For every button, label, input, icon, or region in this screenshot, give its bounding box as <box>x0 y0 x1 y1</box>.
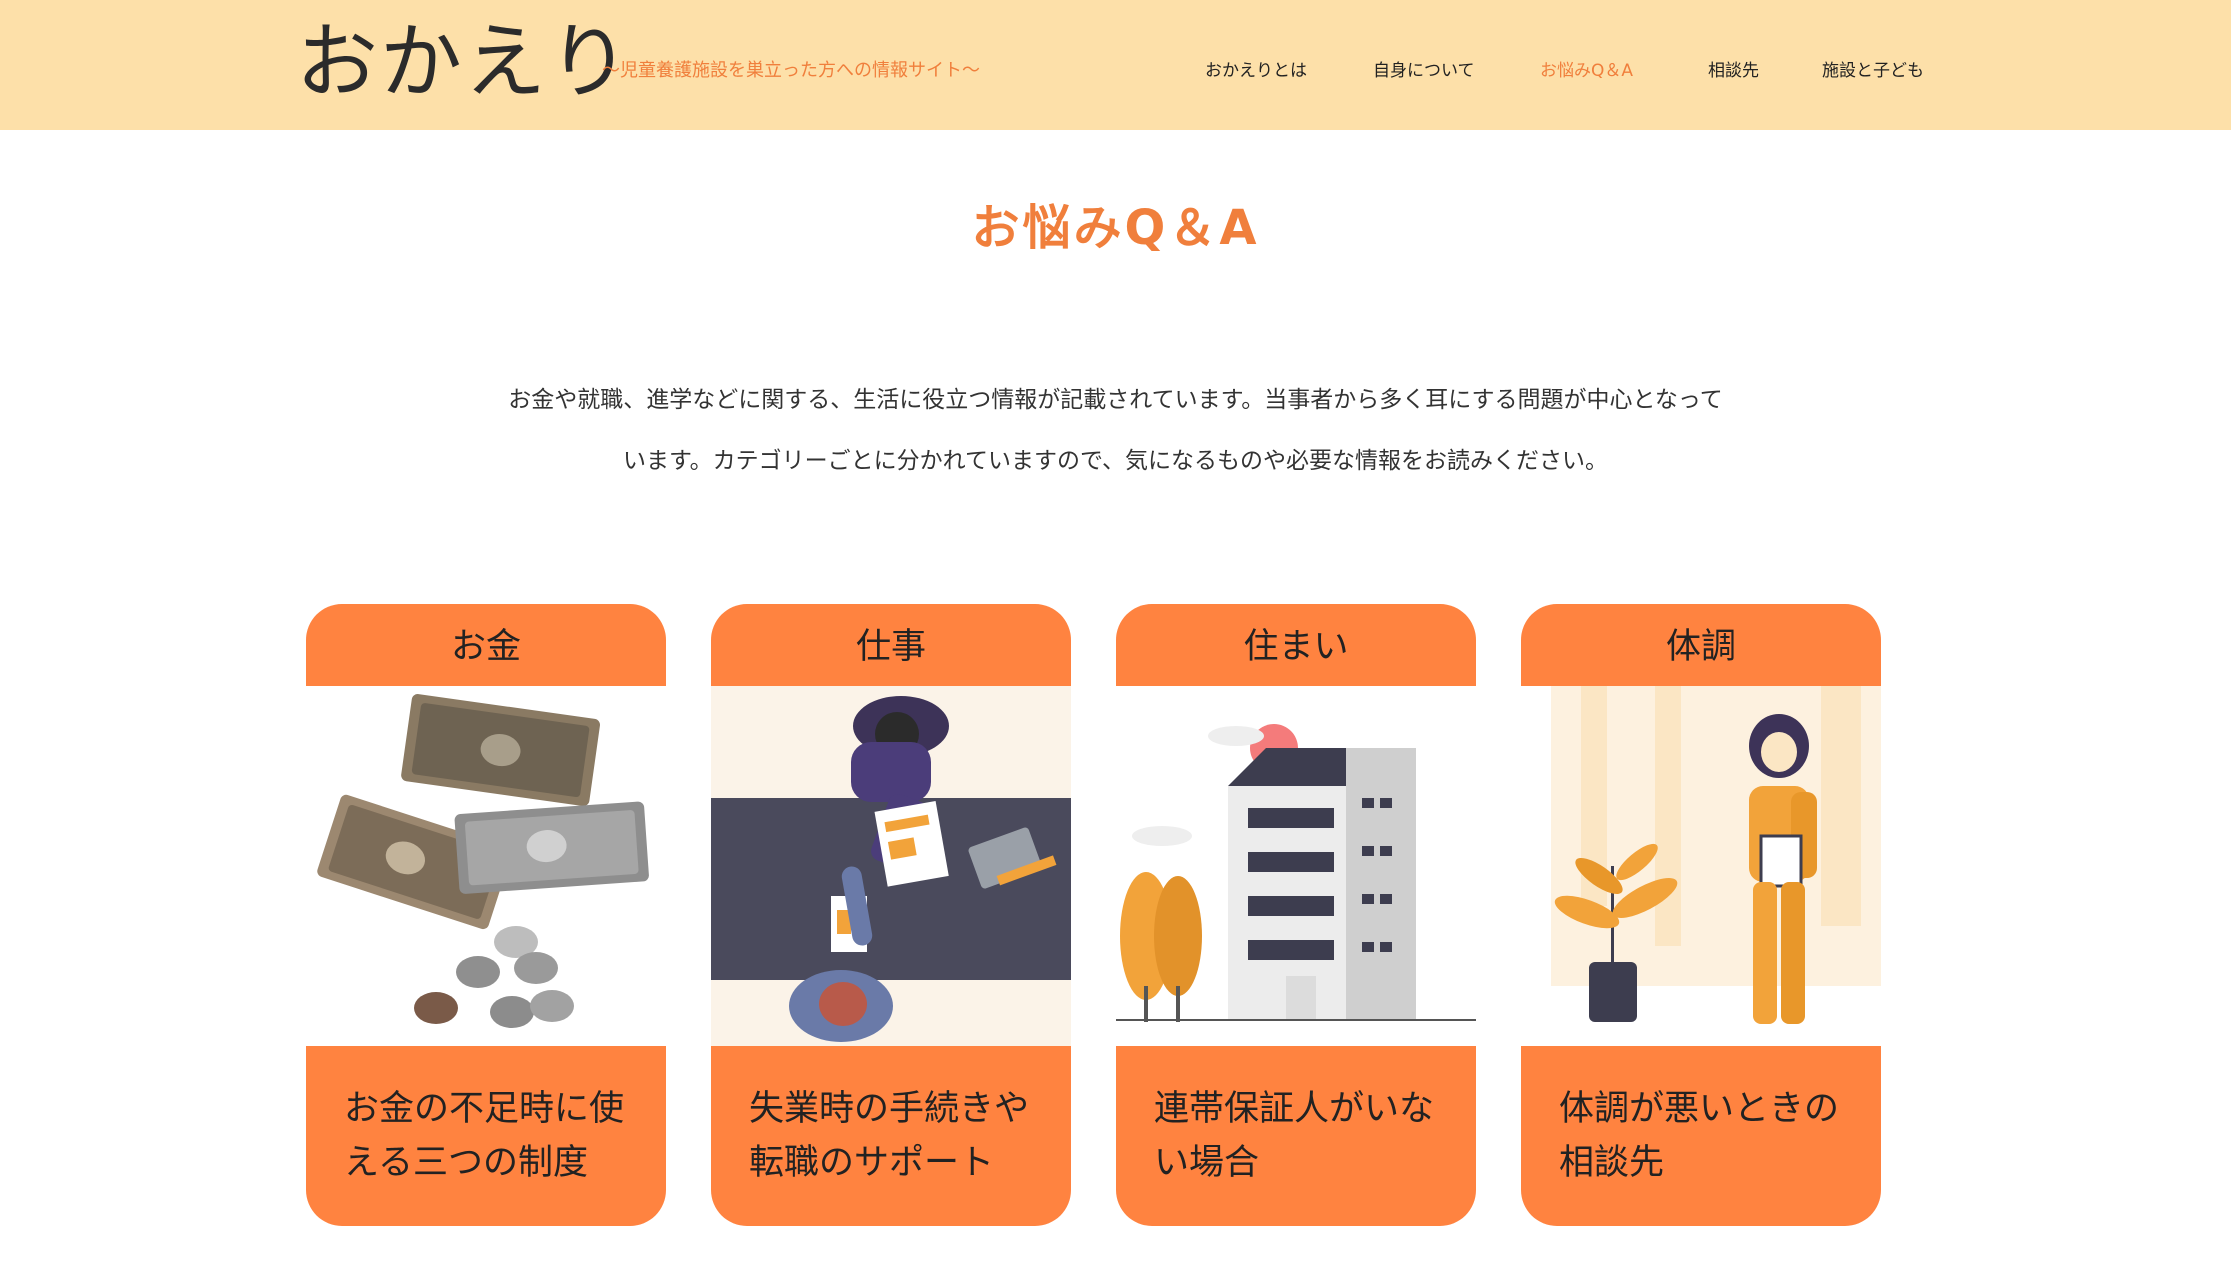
handshake-illustration <box>711 686 1071 1050</box>
main-nav: おかえりとは 自身について お悩みQ＆A 相談先 施設と子ども <box>0 56 2231 81</box>
building-illustration <box>1116 686 1476 1050</box>
nav-item-qa[interactable]: お悩みQ＆A <box>1540 56 1633 81</box>
card-health[interactable]: 体調 体調が悪いときの 相談先 <box>1521 604 1881 1226</box>
card-work[interactable]: 仕事 失業時の手続きや 転職のサポート <box>711 604 1071 1226</box>
card-category: 仕事 <box>711 604 1071 686</box>
page-title: お悩みQ＆A <box>971 200 1260 256</box>
intro-text-line2: います。カテゴリーごとに分かれていますので、気になるものや必要な情報をお読みくだ… <box>622 448 1609 474</box>
card-category: 体調 <box>1521 604 1881 686</box>
card-title: 連帯保証人がいな い場合 <box>1116 1046 1476 1226</box>
card-housing[interactable]: 住まい 連帯保証人がいな い場合 <box>1116 604 1476 1226</box>
nav-item-facility[interactable]: 施設と子ども <box>1822 56 1924 81</box>
intro-text-line1: お金や就職、進学などに関する、生活に役立つ情報が記載されています。当事者から多く… <box>508 387 1723 413</box>
card-category: お金 <box>306 604 666 686</box>
card-title: 失業時の手続きや 転職のサポート <box>711 1046 1071 1226</box>
nav-item-consult[interactable]: 相談先 <box>1708 56 1759 81</box>
card-title: お金の不足時に使 える三つの制度 <box>306 1046 666 1226</box>
nurse-illustration <box>1521 686 1881 1050</box>
money-illustration <box>306 686 666 1050</box>
card-category: 住まい <box>1116 604 1476 686</box>
site-header: おかえり 〜児童養護施設を巣立った方への情報サイト〜 おかえりとは 自身について… <box>0 0 2231 130</box>
card-money[interactable]: お金 お金の不足時に使 える三つの制度 <box>306 604 666 1226</box>
nav-item-about[interactable]: おかえりとは <box>1205 56 1307 81</box>
nav-item-self[interactable]: 自身について <box>1373 56 1475 81</box>
card-title: 体調が悪いときの 相談先 <box>1521 1046 1881 1226</box>
